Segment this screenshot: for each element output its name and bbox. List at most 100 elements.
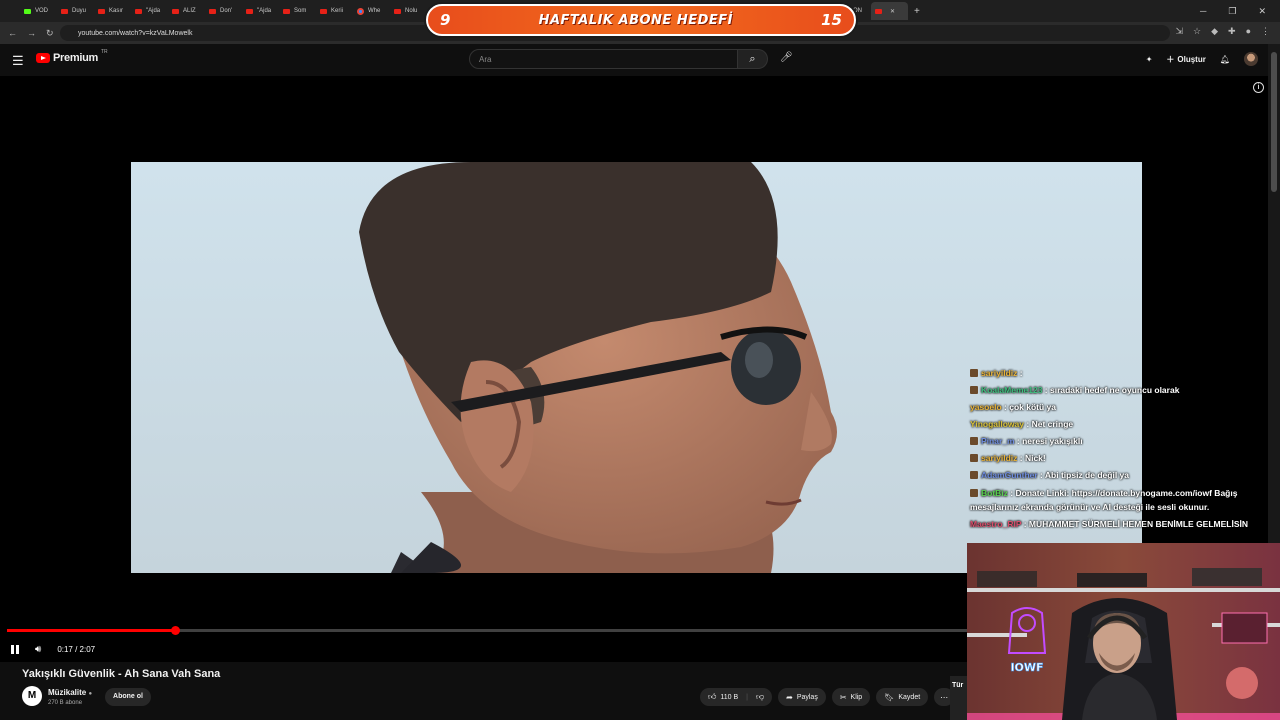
restore-icon[interactable]: ❐ bbox=[1228, 6, 1236, 17]
save-button[interactable]: 🔖︎ Kaydet bbox=[876, 688, 929, 706]
streamer-webcam: IOWF bbox=[967, 543, 1280, 720]
webcam-image: IOWF bbox=[967, 543, 1280, 720]
tab-label: Som bbox=[294, 8, 307, 14]
browser-tab[interactable]: Kerii bbox=[316, 2, 353, 20]
back-icon[interactable]: ← bbox=[8, 28, 17, 39]
chat-text: : çok kötü ya bbox=[1004, 402, 1056, 412]
search-icon: ⌕ bbox=[749, 52, 756, 65]
close-tab-icon[interactable]: ✕ bbox=[890, 8, 895, 15]
bookmark-star-icon[interactable]: ☆ bbox=[1193, 26, 1201, 37]
browser-tab[interactable]: Whe bbox=[353, 2, 390, 20]
chat-text: : sıradaki hedef ne oyuncu olarak bbox=[1044, 385, 1180, 395]
tab-label: Nolu bbox=[405, 8, 418, 14]
chat-message: BotBiz : Donate Linki: https://donate.by… bbox=[970, 484, 1280, 516]
new-tab-icon[interactable]: + bbox=[914, 6, 920, 17]
create-button[interactable]: ＋ Oluştur bbox=[1166, 54, 1205, 65]
subscribe-button[interactable]: Abone ol bbox=[105, 688, 151, 706]
microphone-icon[interactable]: 🎤︎ bbox=[780, 52, 793, 63]
save-label: Kaydet bbox=[898, 693, 921, 701]
time-display: 0:17 / 2:07 bbox=[57, 644, 96, 654]
youtube-header: ☰ Premium TR Ara ⌕ 🎤︎ ✦ ＋ Oluştur 🔔︎ bbox=[0, 44, 1280, 76]
chat-message: KoalaMeme123 : sıradaki hedef ne oyuncu … bbox=[970, 382, 1280, 399]
tab-favicon-icon bbox=[209, 8, 216, 14]
chat-username: sariyildiz bbox=[981, 453, 1018, 463]
close-window-icon[interactable]: ✕ bbox=[1258, 6, 1266, 17]
tab-favicon-icon bbox=[172, 8, 179, 14]
browser-tab[interactable]: ALIZ bbox=[168, 2, 205, 20]
chat-username: Maestro_RIP bbox=[970, 519, 1022, 529]
search-button[interactable]: ⌕ bbox=[738, 49, 768, 69]
youtube-premium-logo[interactable]: Premium TR bbox=[36, 49, 108, 64]
tab-favicon-icon bbox=[283, 8, 290, 14]
like-button[interactable]: 👍︎ 110 B | 👎︎ bbox=[700, 688, 773, 706]
tab-favicon-icon bbox=[394, 8, 401, 14]
reload-icon[interactable]: ↻ bbox=[46, 28, 54, 39]
chat-text: : Abi tipsiz de değil ya bbox=[1040, 470, 1129, 480]
progress-scrubber-handle[interactable] bbox=[171, 626, 181, 635]
logo-country: TR bbox=[100, 49, 108, 55]
chat-badge-icon bbox=[970, 386, 978, 394]
forward-icon[interactable]: → bbox=[27, 28, 36, 39]
side-tab-label[interactable]: Tür bbox=[950, 676, 968, 720]
profile-icon[interactable]: ● bbox=[1246, 26, 1251, 37]
info-icon[interactable]: i bbox=[1253, 82, 1264, 93]
extension-icon[interactable]: ◆ bbox=[1211, 26, 1218, 37]
browser-tab[interactable]: VOD bbox=[20, 2, 57, 20]
tab-label: Duyu bbox=[72, 8, 87, 14]
browser-tab[interactable]: Don' bbox=[205, 2, 242, 20]
chat-username: yasoelo bbox=[970, 402, 1002, 412]
chat-badge-icon bbox=[970, 471, 978, 479]
install-icon[interactable]: ⇲ bbox=[1175, 26, 1183, 37]
bookmark-icon: 🔖︎ bbox=[884, 692, 895, 702]
url-text: youtube.com/watch?v=kzVaLMowelk bbox=[78, 29, 193, 37]
browser-tab[interactable]: "Ajda bbox=[131, 2, 168, 20]
browser-tab[interactable]: "Ajda bbox=[242, 2, 279, 20]
chat-message: Yinogalloway : Net cringe bbox=[970, 416, 1280, 433]
share-icon: ➦ bbox=[786, 692, 793, 702]
browser-tab[interactable]: Duyu bbox=[57, 2, 94, 20]
avatar[interactable] bbox=[1244, 52, 1258, 66]
tab-label: "Ajda bbox=[146, 8, 161, 14]
goal-current: 9 bbox=[440, 11, 451, 29]
share-button[interactable]: ➦ Paylaş bbox=[778, 688, 826, 706]
video-title: Yakışıklı Güvenlik - Ah Sana Vah Sana bbox=[22, 668, 221, 680]
tab-label: Don' bbox=[220, 8, 233, 14]
cast-icon[interactable]: ✦ bbox=[1146, 55, 1153, 64]
scrollbar-thumb[interactable] bbox=[1271, 52, 1277, 192]
tab-favicon-icon bbox=[357, 7, 364, 15]
browser-tab[interactable]: ✕ bbox=[871, 2, 908, 20]
clip-label: Klip bbox=[850, 693, 863, 701]
chat-badge-icon bbox=[970, 489, 978, 497]
kebab-menu-icon[interactable]: ⋮ bbox=[1261, 26, 1270, 37]
volume-icon[interactable]: 🔊︎ bbox=[35, 644, 41, 655]
channel-name[interactable]: Müzikalite ● bbox=[48, 688, 92, 697]
browser-tab[interactable]: Som bbox=[279, 2, 316, 20]
chat-text: : Donate Linki: https://donate.bynogame.… bbox=[970, 488, 1238, 512]
window-controls: ─ ❐ ✕ bbox=[1200, 0, 1280, 22]
hamburger-menu-icon[interactable]: ☰ bbox=[12, 53, 24, 69]
tab-favicon-icon bbox=[246, 8, 253, 14]
browser-tab[interactable]: Kasır bbox=[94, 2, 131, 20]
minimize-icon[interactable]: ─ bbox=[1200, 6, 1206, 16]
youtube-play-icon bbox=[36, 53, 50, 63]
chat-username: Yinogalloway bbox=[970, 419, 1025, 429]
player-controls: 🔊︎ 0:17 / 2:07 bbox=[0, 638, 95, 660]
clip-button[interactable]: ✂ Klip bbox=[831, 688, 871, 706]
tab-label: ALIZ bbox=[183, 8, 196, 14]
tab-favicon-icon bbox=[98, 8, 105, 14]
browser-tab[interactable]: Nolu bbox=[390, 2, 427, 20]
chat-message: Maestro_RIP : MUHAMMET SÜRMELİ HEMEN BEN… bbox=[970, 516, 1280, 533]
thumbs-up-icon: 👍︎ bbox=[708, 692, 717, 701]
puzzle-icon[interactable]: ✚ bbox=[1228, 26, 1236, 37]
notifications-bell-icon[interactable]: 🔔︎ bbox=[1220, 55, 1230, 64]
video-actions: 👍︎ 110 B | 👎︎ ➦ Paylaş ✂ Klip 🔖︎ Kaydet … bbox=[700, 688, 955, 706]
channel-avatar[interactable]: M bbox=[22, 686, 42, 706]
chat-text: : Nick! bbox=[1019, 453, 1046, 463]
subscriber-count: 270 B abone bbox=[48, 700, 83, 706]
search-input[interactable]: Ara bbox=[469, 49, 738, 69]
share-label: Paylaş bbox=[796, 693, 818, 701]
thumbs-down-icon[interactable]: 👎︎ bbox=[756, 692, 764, 702]
chat-message: AdamGunther : Abi tipsiz de değil ya bbox=[970, 467, 1280, 484]
pause-icon[interactable] bbox=[11, 644, 19, 654]
more-horiz-icon: ⋯ bbox=[940, 692, 949, 702]
